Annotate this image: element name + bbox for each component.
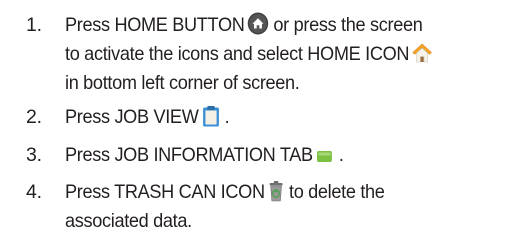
- step-number: 2.: [26, 106, 42, 128]
- step-number: 4.: [26, 181, 42, 203]
- step-number: 3.: [26, 144, 42, 166]
- home-button-icon: [247, 12, 269, 35]
- step-text-line: in bottom left corner of screen.: [65, 72, 300, 94]
- green-tab-icon: [316, 147, 335, 165]
- step-text-line: Press TRASH CAN ICON to delete the: [65, 180, 385, 203]
- clipboard-icon: [201, 105, 220, 127]
- step-text-line: to activate the icons and select HOME IC…: [65, 40, 432, 69]
- trash-can-icon: [268, 180, 285, 202]
- step-text-line: Press JOB INFORMATION TAB .: [65, 144, 344, 166]
- step-text-line: Press JOB VIEW .: [65, 105, 230, 128]
- home-icon: [412, 42, 432, 64]
- step-number: 1.: [26, 14, 42, 36]
- step-text-line: Press HOME BUTTON or press the screen: [65, 12, 423, 36]
- step-text-line: associated data.: [65, 210, 192, 232]
